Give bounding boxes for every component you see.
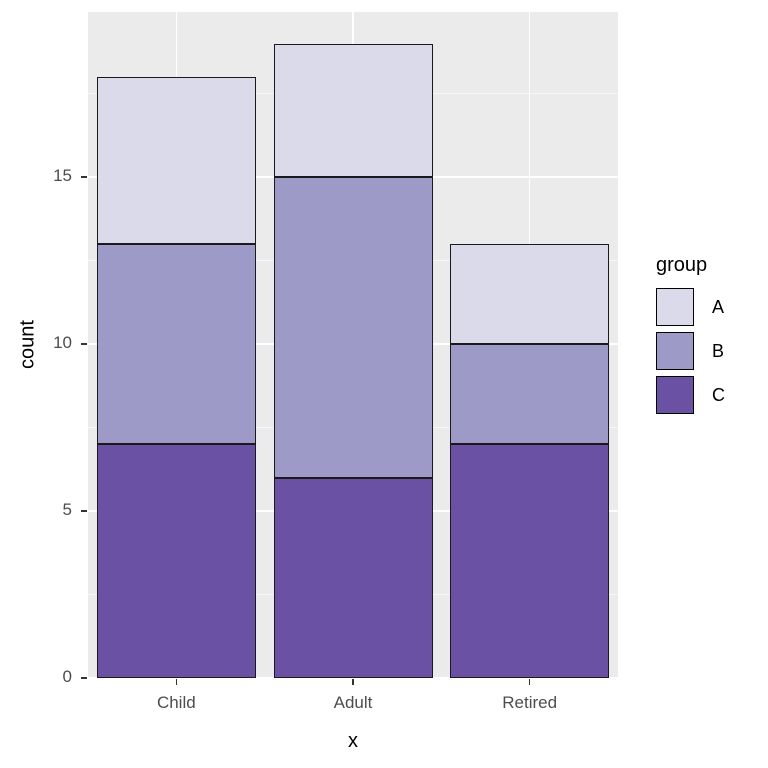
bar-stack-child[interactable] <box>96 12 256 678</box>
legend-label-b: B <box>712 340 725 361</box>
legend: group A B C <box>648 255 760 417</box>
bar-segment-retired-c[interactable] <box>450 444 610 678</box>
chart-container: count 0 5 10 15 Child Adult Retired x group A… <box>0 0 768 768</box>
x-axis-title: x <box>348 730 358 752</box>
x-tick-label-retired: Retired <box>502 693 558 712</box>
y-tick-mark <box>81 677 87 679</box>
bar-stack-adult[interactable] <box>273 12 433 678</box>
y-tick-mark <box>81 510 87 512</box>
x-tick-mark <box>352 679 354 685</box>
y-tick-label: 5 <box>62 500 72 520</box>
legend-label-a: A <box>712 296 725 317</box>
y-tick-mark <box>81 343 87 345</box>
y-tick-label: 15 <box>53 166 72 186</box>
legend-swatch-b <box>656 332 694 370</box>
bar-segment-adult-b[interactable] <box>273 177 433 478</box>
legend-swatch-c <box>656 376 694 414</box>
bar-segment-child-b[interactable] <box>96 244 256 445</box>
legend-entries: A B C <box>648 285 760 417</box>
y-tick-label: 10 <box>53 333 72 353</box>
legend-item-c[interactable]: C <box>648 373 760 417</box>
bar-segment-retired-a[interactable] <box>450 244 610 345</box>
legend-item-b[interactable]: B <box>648 329 760 373</box>
legend-title: group <box>656 254 708 276</box>
bar-segment-adult-a[interactable] <box>273 43 433 178</box>
plot-panel <box>88 12 618 678</box>
bar-stack-retired[interactable] <box>450 12 610 678</box>
x-tick-label-adult: Adult <box>333 693 373 712</box>
legend-label-c: C <box>712 384 725 405</box>
x-tick-label-child: Child <box>156 693 196 712</box>
x-tick-mark <box>175 679 178 685</box>
bar-segment-adult-c[interactable] <box>273 477 433 678</box>
y-tick-label: 0 <box>62 667 72 686</box>
bar-segment-retired-b[interactable] <box>450 344 610 445</box>
y-tick-mark <box>81 176 87 178</box>
x-tick-mark <box>528 679 531 685</box>
legend-item-a[interactable]: A <box>648 285 760 329</box>
legend-swatch-a <box>656 288 694 326</box>
bar-segment-child-c[interactable] <box>96 444 256 678</box>
bar-segment-child-a[interactable] <box>96 77 256 244</box>
